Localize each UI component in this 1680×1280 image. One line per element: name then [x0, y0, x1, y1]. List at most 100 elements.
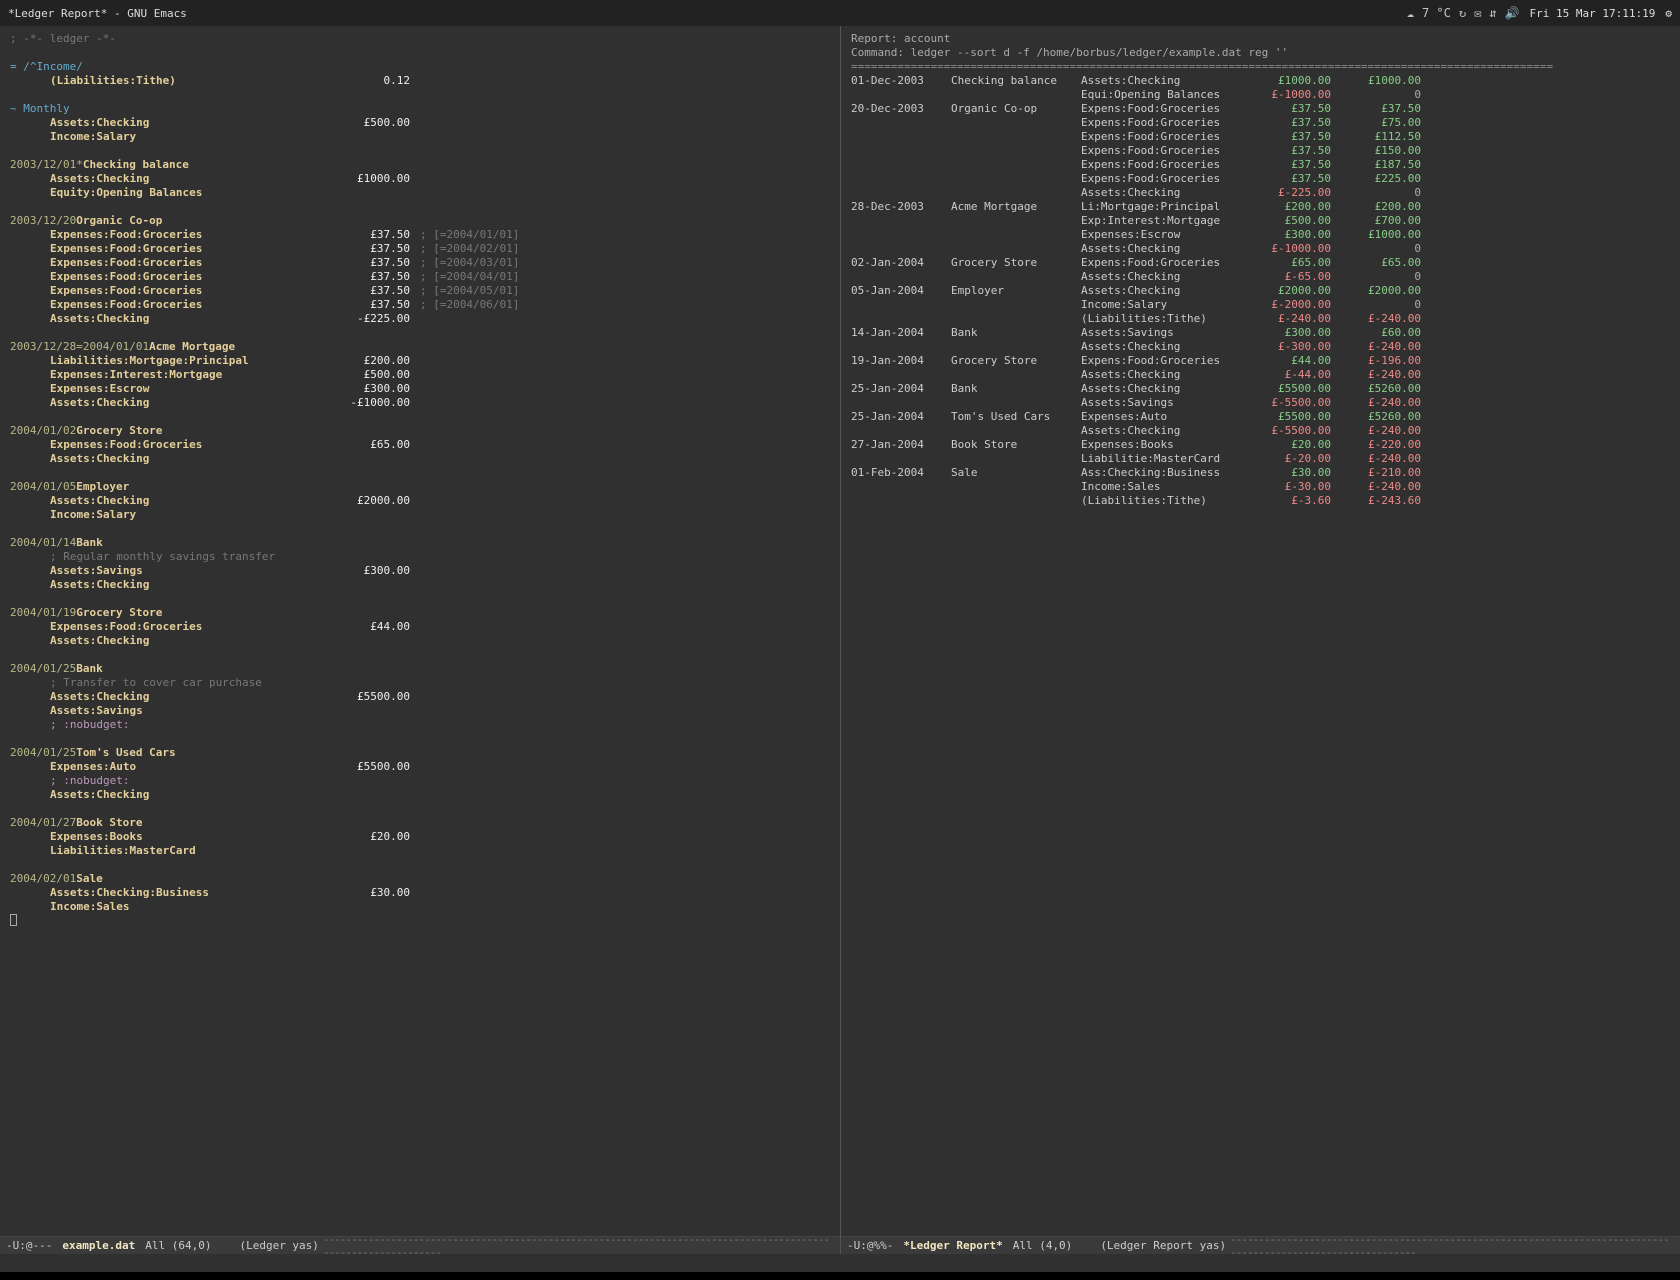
source-line[interactable]: Liabilities:Mortgage:Principal£200.00 [10, 354, 830, 368]
source-line[interactable]: Assets:Checking£2000.00 [10, 494, 830, 508]
source-line[interactable]: Assets:Checking£500.00 [10, 116, 830, 130]
volume-icon[interactable]: 🔊 [1505, 6, 1520, 20]
source-line[interactable]: Assets:Checking [10, 634, 830, 648]
report-line[interactable]: Exp:Interest:Mortgage£500.00£700.00 [851, 214, 1670, 228]
source-line[interactable]: 2004/01/27 Book Store [10, 816, 830, 830]
source-line[interactable]: 2004/01/05 Employer [10, 480, 830, 494]
source-line[interactable] [10, 732, 830, 746]
report-line[interactable]: 14-Jan-2004BankAssets:Savings£300.00£60.… [851, 326, 1670, 340]
source-line[interactable]: Assets:Checking:Business£30.00 [10, 886, 830, 900]
source-line[interactable]: Expenses:Food:Groceries£44.00 [10, 620, 830, 634]
source-line[interactable]: Expenses:Food:Groceries£37.50; [=2004/05… [10, 284, 830, 298]
source-line[interactable]: Income:Sales [10, 900, 830, 914]
source-line[interactable]: Assets:Checking [10, 452, 830, 466]
report-line[interactable]: Liabilitie:MasterCard£-20.00£-240.00 [851, 452, 1670, 466]
report-line[interactable]: Assets:Checking£-44.00£-240.00 [851, 368, 1670, 382]
source-line[interactable] [10, 46, 830, 60]
report-line[interactable]: 20-Dec-2003Organic Co-opExpens:Food:Groc… [851, 102, 1670, 116]
report-line[interactable]: (Liabilities:Tithe)£-3.60£-243.60 [851, 494, 1670, 508]
report-line[interactable]: 05-Jan-2004EmployerAssets:Checking£2000.… [851, 284, 1670, 298]
source-line[interactable]: Expenses:Food:Groceries£37.50; [=2004/02… [10, 242, 830, 256]
source-line[interactable]: (Liabilities:Tithe)0.12 [10, 74, 830, 88]
report-line[interactable]: 28-Dec-2003Acme MortgageLi:Mortgage:Prin… [851, 200, 1670, 214]
source-line[interactable]: Expenses:Food:Groceries£37.50; [=2004/06… [10, 298, 830, 312]
refresh-icon[interactable]: ↻ [1459, 6, 1466, 20]
report-line[interactable]: Command: ledger --sort d -f /home/borbus… [851, 46, 1670, 60]
source-line[interactable] [10, 802, 830, 816]
source-line[interactable]: Expenses:Books£20.00 [10, 830, 830, 844]
source-line[interactable]: Expenses:Food:Groceries£37.50; [=2004/01… [10, 228, 830, 242]
report-line[interactable]: Assets:Checking£-300.00£-240.00 [851, 340, 1670, 354]
source-line[interactable] [10, 648, 830, 662]
report-line[interactable]: Expens:Food:Groceries£37.50£75.00 [851, 116, 1670, 130]
report-line[interactable]: ========================================… [851, 60, 1670, 74]
report-line[interactable]: Equi:Opening Balances£-1000.000 [851, 88, 1670, 102]
report-line[interactable]: 19-Jan-2004Grocery StoreExpens:Food:Groc… [851, 354, 1670, 368]
source-line[interactable]: Assets:Checking-£1000.00 [10, 396, 830, 410]
report-line[interactable]: 01-Feb-2004SaleAss:Checking:Business£30.… [851, 466, 1670, 480]
report-line[interactable]: 25-Jan-2004BankAssets:Checking£5500.00£5… [851, 382, 1670, 396]
report-line[interactable]: Expens:Food:Groceries£37.50£187.50 [851, 158, 1670, 172]
pane-ledger-report[interactable]: Report: accountCommand: ledger --sort d … [840, 26, 1680, 1236]
source-line[interactable]: ; :nobudget: [10, 718, 830, 732]
source-line[interactable] [10, 522, 830, 536]
source-line[interactable]: Assets:Savings£300.00 [10, 564, 830, 578]
report-line[interactable]: Assets:Checking£-65.000 [851, 270, 1670, 284]
report-line[interactable]: Expens:Food:Groceries£37.50£150.00 [851, 144, 1670, 158]
report-line[interactable]: Assets:Checking£-5500.00£-240.00 [851, 424, 1670, 438]
source-line[interactable]: ; Transfer to cover car purchase [10, 676, 830, 690]
report-line[interactable]: 01-Dec-2003Checking balanceAssets:Checki… [851, 74, 1670, 88]
report-line[interactable]: Assets:Checking£-225.000 [851, 186, 1670, 200]
report-line[interactable]: Assets:Savings£-5500.00£-240.00 [851, 396, 1670, 410]
report-line[interactable]: (Liabilities:Tithe)£-240.00£-240.00 [851, 312, 1670, 326]
source-line[interactable]: = /^Income/ [10, 60, 830, 74]
source-line[interactable] [10, 466, 830, 480]
source-line[interactable]: Assets:Checking [10, 578, 830, 592]
source-line[interactable]: 2004/01/14 Bank [10, 536, 830, 550]
source-line[interactable]: 2004/01/25 Tom's Used Cars [10, 746, 830, 760]
menu-icon[interactable]: ⚙ [1665, 7, 1672, 20]
modeline-left[interactable]: -U:@--- example.dat All (64,0) (Ledger y… [0, 1236, 840, 1254]
source-line[interactable]: Expenses:Food:Groceries£37.50; [=2004/04… [10, 270, 830, 284]
report-line[interactable]: Report: account [851, 32, 1670, 46]
source-line[interactable]: 2003/12/20 Organic Co-op [10, 214, 830, 228]
source-line[interactable]: Assets:Checking£5500.00 [10, 690, 830, 704]
source-line[interactable]: 2004/01/19 Grocery Store [10, 606, 830, 620]
source-line[interactable]: Expenses:Escrow£300.00 [10, 382, 830, 396]
source-line[interactable] [10, 410, 830, 424]
source-line[interactable]: 2003/12/28=2004/01/01 Acme Mortgage [10, 340, 830, 354]
source-line[interactable] [10, 326, 830, 340]
source-line[interactable]: Expenses:Auto£5500.00 [10, 760, 830, 774]
modeline-right[interactable]: -U:@%%- *Ledger Report* All (4,0) (Ledge… [840, 1236, 1680, 1254]
source-line[interactable]: Income:Salary [10, 508, 830, 522]
source-line[interactable]: ~ Monthly [10, 102, 830, 116]
report-line[interactable]: 25-Jan-2004Tom's Used CarsExpenses:Auto£… [851, 410, 1670, 424]
source-line[interactable]: Equity:Opening Balances [10, 186, 830, 200]
source-line[interactable] [10, 144, 830, 158]
source-line[interactable]: Assets:Checking [10, 788, 830, 802]
source-line[interactable]: 2004/01/02 Grocery Store [10, 424, 830, 438]
source-line[interactable]: 2004/02/01 Sale [10, 872, 830, 886]
source-line[interactable]: ; :nobudget: [10, 774, 830, 788]
report-line[interactable]: Expenses:Escrow£300.00£1000.00 [851, 228, 1670, 242]
source-line[interactable]: ; Regular monthly savings transfer [10, 550, 830, 564]
source-line[interactable] [10, 914, 830, 926]
source-line[interactable] [10, 200, 830, 214]
report-line[interactable]: 02-Jan-2004Grocery StoreExpens:Food:Groc… [851, 256, 1670, 270]
source-line[interactable]: Assets:Checking-£225.00 [10, 312, 830, 326]
report-line[interactable]: Expens:Food:Groceries£37.50£225.00 [851, 172, 1670, 186]
mail-icon[interactable]: ✉ [1474, 6, 1481, 20]
pane-ledger-source[interactable]: ; -*- ledger -*- = /^Income/(Liabilities… [0, 26, 840, 1236]
source-line[interactable] [10, 858, 830, 872]
report-line[interactable]: 27-Jan-2004Book StoreExpenses:Books£20.0… [851, 438, 1670, 452]
source-line[interactable]: 2003/12/01 * Checking balance [10, 158, 830, 172]
network-icon[interactable]: ⇵ [1489, 6, 1496, 20]
report-line[interactable]: Assets:Checking£-1000.000 [851, 242, 1670, 256]
source-line[interactable]: Assets:Checking£1000.00 [10, 172, 830, 186]
source-line[interactable]: Expenses:Food:Groceries£37.50; [=2004/03… [10, 256, 830, 270]
source-line[interactable]: Expenses:Interest:Mortgage£500.00 [10, 368, 830, 382]
source-line[interactable]: Income:Salary [10, 130, 830, 144]
source-line[interactable]: Liabilities:MasterCard [10, 844, 830, 858]
source-line[interactable]: Expenses:Food:Groceries£65.00 [10, 438, 830, 452]
report-line[interactable]: Expens:Food:Groceries£37.50£112.50 [851, 130, 1670, 144]
